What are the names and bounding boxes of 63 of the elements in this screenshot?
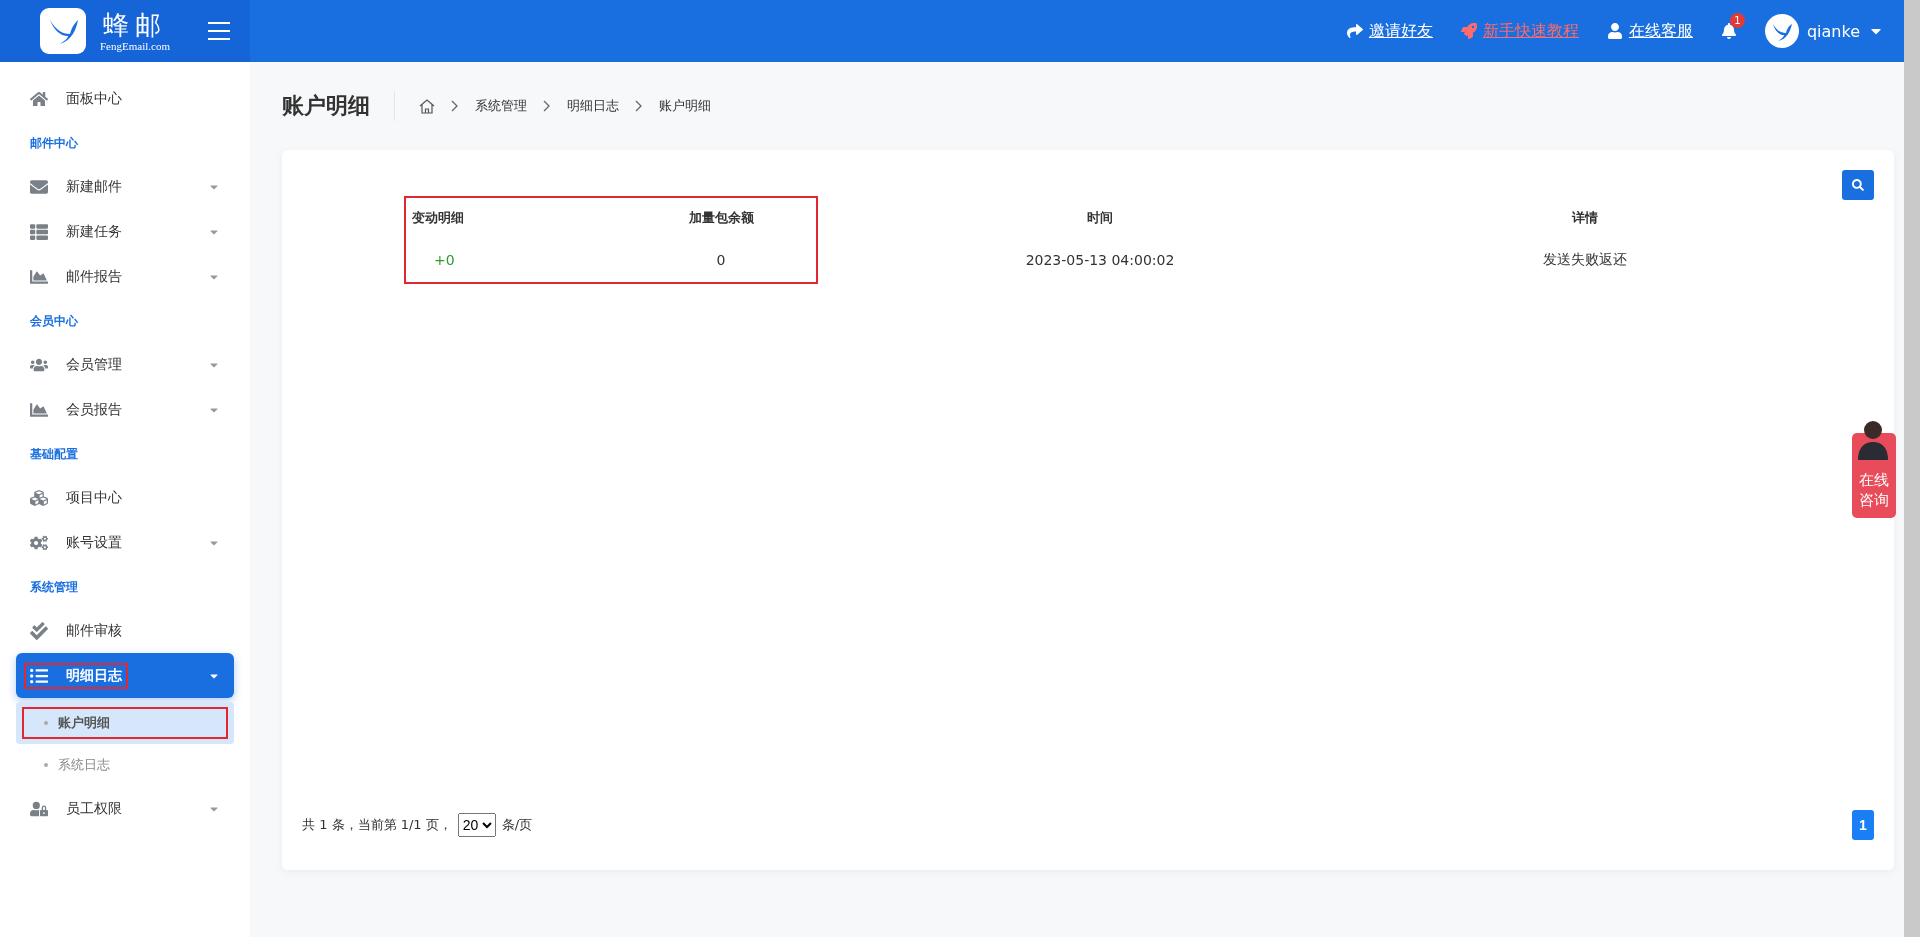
header-link[interactable]: 邀请好友 [1346,20,1433,42]
notification-bell-icon[interactable] [1720,23,1737,39]
search-button[interactable] [1842,170,1874,200]
breadcrumb-item: 账户明细 [659,97,711,115]
breadcrumb-item[interactable]: 系统管理 [475,97,527,115]
envelope-icon [30,177,48,196]
menu-item[interactable]: 会员管理 [16,342,234,387]
menu-item[interactable]: 账号设置 [16,520,234,565]
home-icon [30,89,48,108]
section-label: 会员中心 [29,313,79,330]
area-chart-icon [30,400,48,419]
menu-item[interactable]: 会员报告 [16,387,234,432]
table-cell-text: 0 [716,251,726,270]
rocket-icon [1460,23,1477,39]
column-header: 加量包余额 [688,209,754,227]
table-cell-text: 发送失败返还 [1543,250,1627,269]
page-size-select[interactable]: 20 [457,813,496,837]
menu-item[interactable]: 项目中心 [16,475,234,520]
menu-item[interactable]: 新建任务 [16,209,234,254]
menu-button[interactable] [208,22,230,40]
person-silhouette-icon [1856,418,1890,460]
user-lock-icon [30,799,48,818]
boxes-icon [30,488,48,507]
menu-item[interactable]: 员工权限 [16,786,234,831]
menu-item[interactable]: 面板中心 [16,76,234,121]
avatar-icon[interactable] [1764,14,1799,48]
chevron-icon [451,100,459,112]
column-header: 变动明细 [411,209,464,227]
page-size-unit: 条/页 [501,816,533,834]
header-link[interactable]: 在线客服 [1606,20,1693,42]
page-button[interactable]: 1 [1852,810,1874,840]
breadcrumb-item[interactable]: 明细日志 [567,97,619,115]
table-cell-text: 2023-05-13 04:00:02 [1025,251,1175,270]
menu-item[interactable]: 邮件报告 [16,254,234,299]
user-icon [1606,23,1623,39]
section-label: 基础配置 [29,446,79,463]
search-icon [1852,179,1864,191]
submenu-item[interactable]: 系统日志 [16,744,234,786]
notification-count: 1 [1729,13,1745,28]
chevron-icon [635,100,643,112]
logo-subtitle: FengEmail.com [100,40,170,52]
list-icon [30,666,48,685]
double-check-icon [30,621,48,640]
area-chart-icon [30,267,48,286]
menu-item[interactable]: 明细日志 [16,653,234,698]
menu-item[interactable]: 邮件审核 [16,608,234,653]
list-icon [30,222,48,241]
section-label: 系统管理 [29,579,79,596]
share-arrow-icon [1346,23,1363,39]
menu-item[interactable]: 新建邮件 [16,164,234,209]
submenu-item[interactable]: 账户明细 [16,702,234,744]
page-title: 账户明细 [282,91,395,121]
bird-logo-icon [40,8,86,54]
username[interactable]: qianke [1806,21,1860,41]
home-icon[interactable] [419,98,435,114]
column-header: 详情 [1572,209,1598,227]
column-header: 时间 [1087,209,1113,227]
pagination-summary: 共 1 条，当前第 1/1 页， [302,816,452,834]
gears-icon [30,533,48,552]
logo-title: 蜂邮 [103,10,167,40]
table-cell-text: +0 [433,251,455,270]
chevron-icon [543,100,551,112]
section-label: 邮件中心 [29,135,79,152]
